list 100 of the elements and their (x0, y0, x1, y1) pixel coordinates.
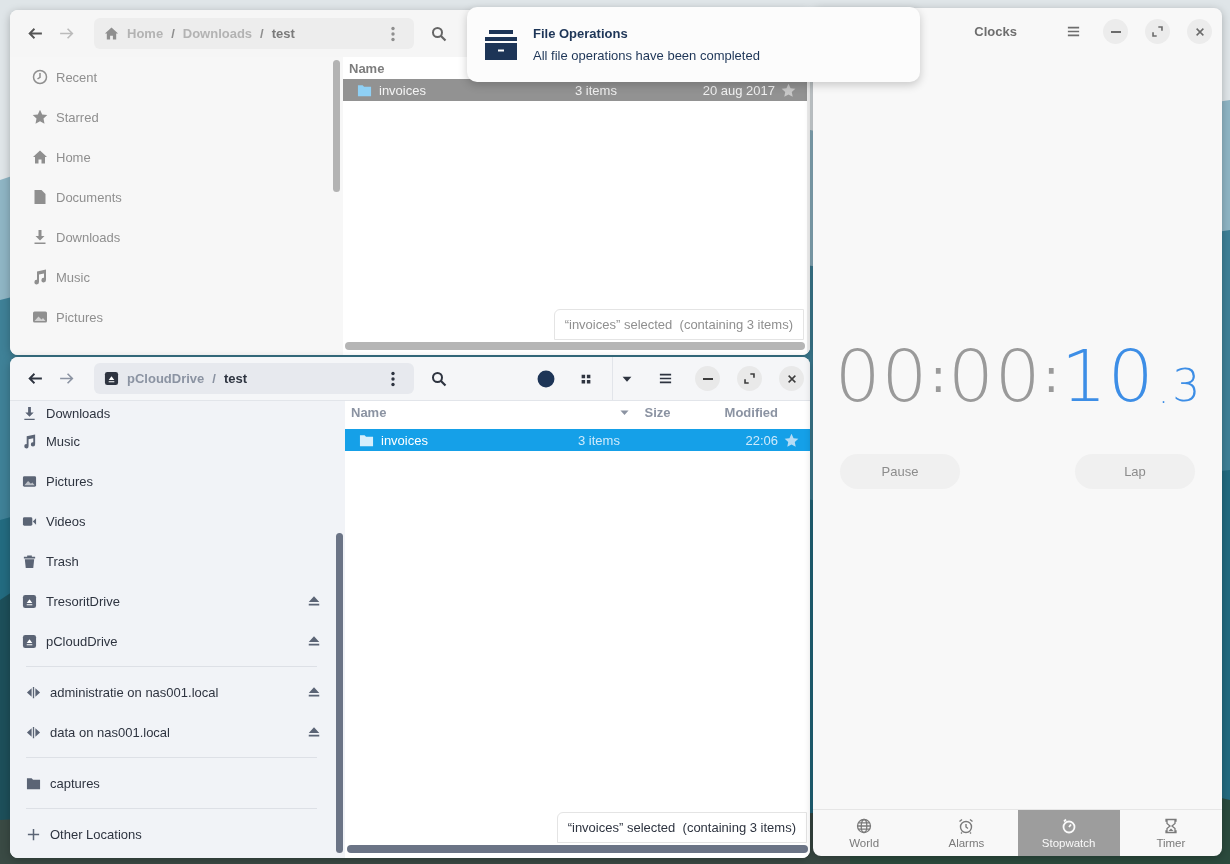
maximize-button[interactable] (737, 366, 762, 391)
home-icon (32, 149, 48, 165)
image-icon (22, 473, 37, 489)
minimize-icon (1110, 30, 1121, 33)
sidebar-item[interactable]: Pictures (10, 461, 333, 501)
search-icon (431, 370, 447, 387)
star-icon (780, 82, 796, 98)
sidebar-item[interactable]: administratie on nas001.local (26, 672, 321, 712)
path-separator: / (260, 26, 264, 41)
folder-icon (359, 432, 374, 448)
home-icon (104, 26, 119, 41)
sidebar-item[interactable]: Pictures (10, 297, 330, 337)
clock-icon (32, 69, 48, 85)
view-tab[interactable]: Timer (1119, 810, 1222, 856)
status-overlay: “invoices” selected (containing 3 items) (556, 812, 807, 843)
drive-icon (22, 633, 37, 649)
view-tab[interactable]: Alarms (915, 810, 1018, 856)
image-icon (32, 309, 48, 325)
trash-icon (22, 553, 37, 569)
scrollbar[interactable] (347, 845, 808, 853)
eject-icon (307, 685, 321, 699)
back-arrow-icon (27, 370, 44, 387)
filled-circle-icon (537, 369, 555, 388)
minimize-button[interactable] (695, 366, 720, 391)
notification-message: All file operations have been completed (533, 48, 760, 63)
sidebar-item[interactable]: pCloudDrive (10, 621, 333, 661)
back-arrow-icon (27, 25, 44, 42)
search-icon (431, 25, 447, 42)
sidebar-item[interactable]: data on nas001.local (26, 712, 321, 752)
close-button[interactable] (779, 366, 804, 391)
view-tab[interactable]: Stopwatch (1017, 810, 1120, 856)
file-modified: 22:06 (744, 432, 778, 448)
scrollbar[interactable] (345, 342, 805, 350)
alarm-clock-icon (958, 817, 975, 834)
star-icon (783, 432, 799, 448)
sidebar-item[interactable]: Music (10, 257, 330, 297)
view-tab[interactable]: World (813, 810, 916, 856)
stopwatch-time: 00 (834, 340, 929, 412)
sidebar-item[interactable]: Downloads (10, 401, 333, 421)
path-crumb[interactable]: test (223, 371, 248, 386)
scrollbar-thumb[interactable] (336, 533, 343, 853)
menu-icon (1066, 24, 1081, 39)
path-separator: / (171, 26, 175, 41)
sidebar-item[interactable]: Starred (10, 97, 330, 137)
sidebar-item[interactable]: captures (26, 763, 321, 803)
stopwatch-time: 3 (1172, 364, 1201, 412)
sidebar-item[interactable]: Downloads (10, 217, 330, 257)
plus-icon (26, 826, 41, 842)
drive-icon (104, 371, 119, 386)
path-crumb[interactable]: test (271, 26, 295, 41)
file-name: invoices (379, 82, 426, 98)
folder-icon (357, 82, 372, 98)
maximize-button[interactable] (1145, 19, 1170, 44)
menu-icon (658, 371, 673, 386)
eject-icon (307, 725, 321, 739)
column-header[interactable]: Name (351, 404, 618, 420)
stopwatch-icon (1060, 817, 1077, 834)
path-separator: / (212, 371, 216, 386)
file-modified: 20 aug 2017 (701, 82, 775, 98)
column-header[interactable]: Name (349, 60, 385, 76)
stopwatch-time: 00 (947, 340, 1042, 412)
eject-icon (307, 634, 321, 648)
path-crumb[interactable]: pCloudDrive (127, 371, 205, 386)
close-button[interactable] (1187, 19, 1212, 44)
stopwatch-button[interactable]: Pause (840, 454, 960, 489)
stopwatch-time: : (1043, 353, 1060, 399)
music-icon (32, 269, 48, 285)
window-title: Clocks (974, 24, 1017, 39)
network-share-icon (26, 684, 41, 700)
download-icon (32, 229, 48, 245)
file-row[interactable]: invoices 3 items 22:06 (345, 429, 810, 451)
sidebar-item[interactable]: Home (10, 137, 330, 177)
sidebar-item[interactable]: Recent (10, 57, 330, 97)
hourglass-icon (1162, 817, 1179, 834)
eject-icon (307, 594, 321, 608)
scrollbar-thumb[interactable] (333, 60, 340, 192)
minimize-icon (702, 377, 713, 380)
sidebar-item[interactable]: Trash (10, 541, 333, 581)
sidebar-item[interactable]: Music (10, 421, 333, 461)
maximize-icon (1151, 25, 1164, 38)
stopwatch-time: . (1158, 378, 1169, 412)
cabinet-icon (485, 28, 517, 61)
minimize-button[interactable] (1103, 19, 1128, 44)
folder-icon (26, 775, 41, 791)
file-size: 3 items (575, 82, 618, 98)
column-header[interactable]: Modified (724, 404, 778, 420)
music-icon (22, 433, 37, 449)
close-icon (785, 372, 798, 385)
file-size: 3 items (578, 432, 621, 448)
column-header[interactable]: Size (644, 404, 671, 420)
drive-icon (22, 593, 37, 609)
download-icon (22, 406, 37, 421)
sidebar-item[interactable]: Other Locations (26, 814, 321, 854)
notification[interactable]: File Operations All file operations have been completed (467, 7, 920, 82)
stopwatch-button[interactable]: Lap (1075, 454, 1195, 489)
maximize-icon (743, 372, 756, 385)
sidebar-item[interactable]: Documents (10, 177, 330, 217)
sidebar-item[interactable]: TresoritDrive (10, 581, 333, 621)
sidebar-item[interactable]: Videos (10, 501, 333, 541)
network-share-icon (26, 724, 41, 740)
